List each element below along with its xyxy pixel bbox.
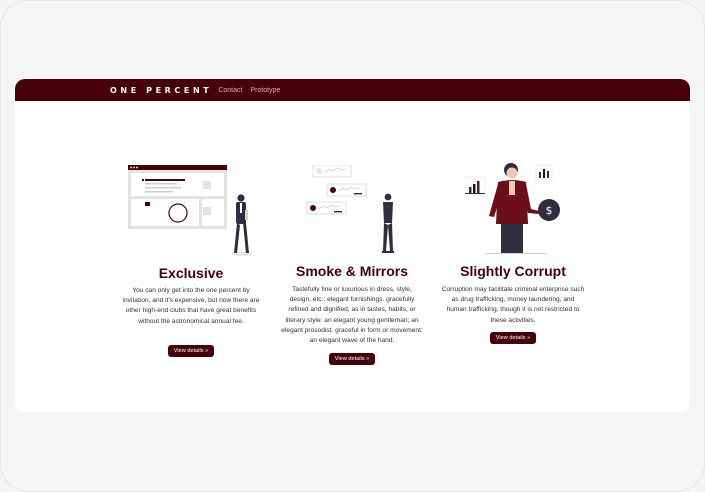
feature-desc-slightly-corrupt: Corruption may facilitate criminal enter… [441,286,585,324]
slightly-corrupt-illustration: $ [465,163,560,254]
view-details-button-slightly-corrupt[interactable]: View details » [490,332,536,344]
exclusive-illustration [128,165,252,256]
navbar: ONE PERCENT Contact Prototype [15,79,690,101]
feature-title-smoke-mirrors: Smoke & Mirrors [295,263,409,279]
svg-text:$: $ [546,204,553,217]
feature-title-slightly-corrupt: Slightly Corrupt [460,263,566,279]
web-page: ONE PERCENT Contact Prototype Exclusive … [15,79,690,412]
feature-desc-exclusive: You can only get into the one percent by… [122,287,260,325]
navbar-brand[interactable]: ONE PERCENT [110,86,212,95]
window-frame: ONE PERCENT Contact Prototype Exclusive … [0,0,705,492]
smoke-mirrors-illustration [306,165,394,253]
view-details-button-exclusive[interactable]: View details » [168,345,214,357]
nav-link-contact[interactable]: Contact [218,87,242,94]
view-details-button-smoke-mirrors[interactable]: View details » [329,353,375,365]
nav-link-prototype[interactable]: Prototype [250,87,280,94]
feature-title-exclusive: Exclusive [158,265,224,281]
feature-desc-smoke-mirrors: Tastefully fine or luxurious in dress, s… [281,286,423,345]
